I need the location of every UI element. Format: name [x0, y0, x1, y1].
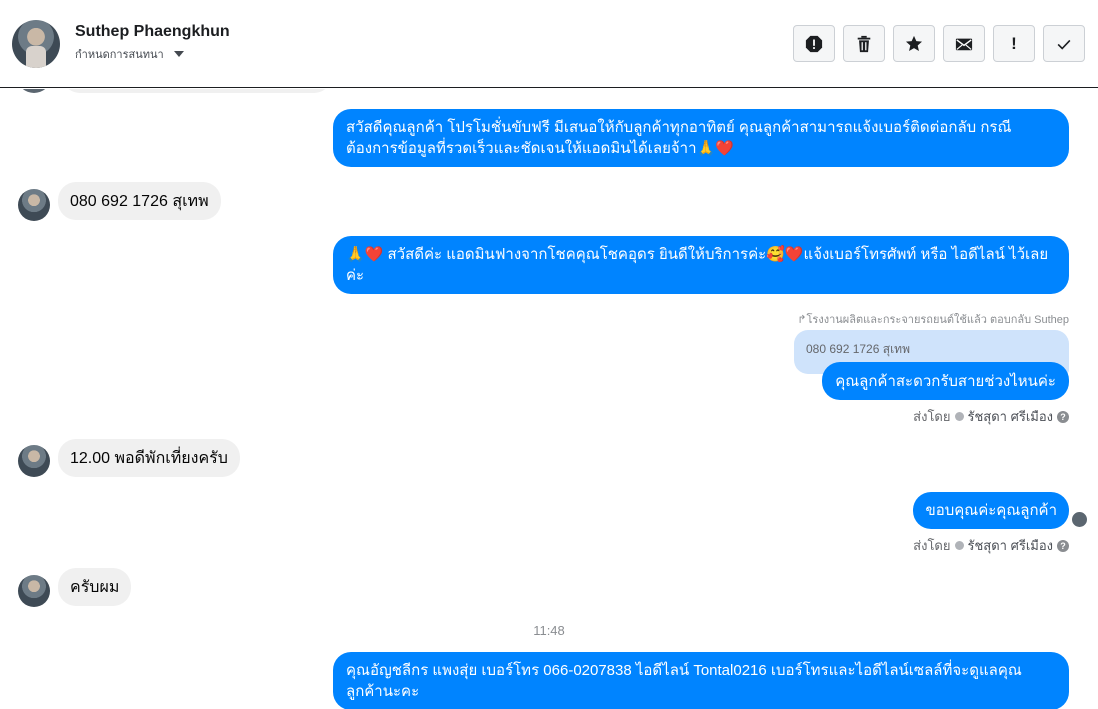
- exclamation-icon: !: [1011, 33, 1017, 53]
- mark-done-button[interactable]: [1043, 25, 1085, 62]
- mark-spam-button[interactable]: [793, 25, 835, 62]
- contact-avatar-small: [18, 445, 50, 477]
- help-icon[interactable]: ?: [1057, 410, 1069, 423]
- message-text: 080 692 1726 สุเทพ: [70, 192, 209, 210]
- message-text: ขอบคุณค่ะคุณลูกค้า: [925, 502, 1057, 519]
- sent-by-info: ส่งโดย รัชสุดา ศรีเมือง ?: [913, 406, 1069, 427]
- spam-icon: [805, 35, 823, 52]
- conversation-toolbar: !: [793, 25, 1085, 62]
- message-text: คุณอัญชลีกร แพงสุ่ย เบอร์โทร 066-0207838…: [346, 662, 1022, 700]
- envelope-icon: [955, 38, 973, 50]
- reply-context-text: โรงงานผลิตและกระจายรถยนต์ใช้แล้ว ตอบกลับ…: [806, 314, 1069, 326]
- help-icon[interactable]: ?: [1057, 539, 1069, 552]
- message-text: 12.00 พอดีพักเที่ยงครับ: [70, 449, 228, 467]
- message-text: 🙏❤️ สวัสดีค่ะ แอดมินฟางจากโชคคุณโชคอุดร …: [346, 246, 1049, 284]
- reply-arrow-icon: ↱: [797, 314, 807, 326]
- incoming-message-partial: [62, 89, 332, 93]
- contact-avatar[interactable]: [12, 20, 60, 68]
- outgoing-message[interactable]: คุณอัญชลีกร แพงสุ่ย เบอร์โทร 066-0207838…: [333, 652, 1069, 709]
- quoted-text: 080 692 1726 สุเทพ: [806, 342, 910, 356]
- outgoing-message[interactable]: 🙏❤️ สวัสดีค่ะ แอดมินฟางจากโชคคุณโชคอุดร …: [333, 236, 1069, 294]
- assign-conversation-label: กำหนดการสนทนา: [75, 49, 164, 61]
- contact-name[interactable]: Suthep Phaengkhun: [75, 23, 230, 41]
- timestamp-separator: 11:48: [533, 623, 565, 638]
- outgoing-message[interactable]: ขอบคุณค่ะคุณลูกค้า: [913, 492, 1069, 529]
- incoming-message[interactable]: 12.00 พอดีพักเที่ยงครับ: [58, 439, 240, 477]
- trash-icon: [857, 35, 871, 52]
- sent-by-label: ส่งโดย: [913, 538, 951, 553]
- message-text: คุณลูกค้าสะดวกรับสายช่วงไหนค่ะ: [835, 372, 1056, 390]
- check-icon: [1057, 39, 1071, 50]
- star-icon: [905, 35, 923, 51]
- incoming-message[interactable]: 080 692 1726 สุเทพ: [58, 182, 221, 220]
- contact-avatar-small: [18, 575, 50, 607]
- seen-avatar: [1072, 512, 1087, 527]
- star-button[interactable]: [893, 25, 935, 62]
- caret-down-icon: [173, 51, 184, 57]
- message-text: ครับผม: [70, 578, 120, 596]
- delete-button[interactable]: [843, 25, 885, 62]
- agent-name[interactable]: รัชสุดา ศรีเมือง: [968, 535, 1054, 556]
- agent-status-icon: [954, 412, 964, 421]
- sent-by-label: ส่งโดย: [913, 409, 951, 424]
- agent-name[interactable]: รัชสุดา ศรีเมือง: [968, 406, 1054, 427]
- mark-unread-button[interactable]: [943, 25, 985, 62]
- conversation-header: Suthep Phaengkhun กำหนดการสนทนา !: [0, 0, 1098, 88]
- incoming-message[interactable]: ครับผม: [58, 568, 132, 606]
- contact-avatar-small: [18, 189, 50, 221]
- agent-status-icon: [954, 541, 964, 550]
- message-text: สวัสดีคุณลูกค้า โปรโมชั่นขับฟรี มีเสนอให…: [346, 119, 1012, 157]
- outgoing-message[interactable]: สวัสดีคุณลูกค้า โปรโมชั่นขับฟรี มีเสนอให…: [333, 109, 1069, 167]
- contact-avatar-small: [18, 89, 50, 93]
- outgoing-message[interactable]: คุณลูกค้าสะดวกรับสายช่วงไหนค่ะ: [822, 362, 1069, 400]
- sent-by-info: ส่งโดย รัชสุดา ศรีเมือง ?: [913, 535, 1069, 556]
- reply-context-note: ↱โรงงานผลิตและกระจายรถยนต์ใช้แล้ว ตอบกลั…: [797, 310, 1069, 328]
- message-thread[interactable]: สวัสดีคุณลูกค้า โปรโมชั่นขับฟรี มีเสนอให…: [0, 89, 1098, 709]
- assign-conversation-dropdown[interactable]: กำหนดการสนทนา: [75, 45, 184, 63]
- follow-up-button[interactable]: !: [993, 25, 1035, 62]
